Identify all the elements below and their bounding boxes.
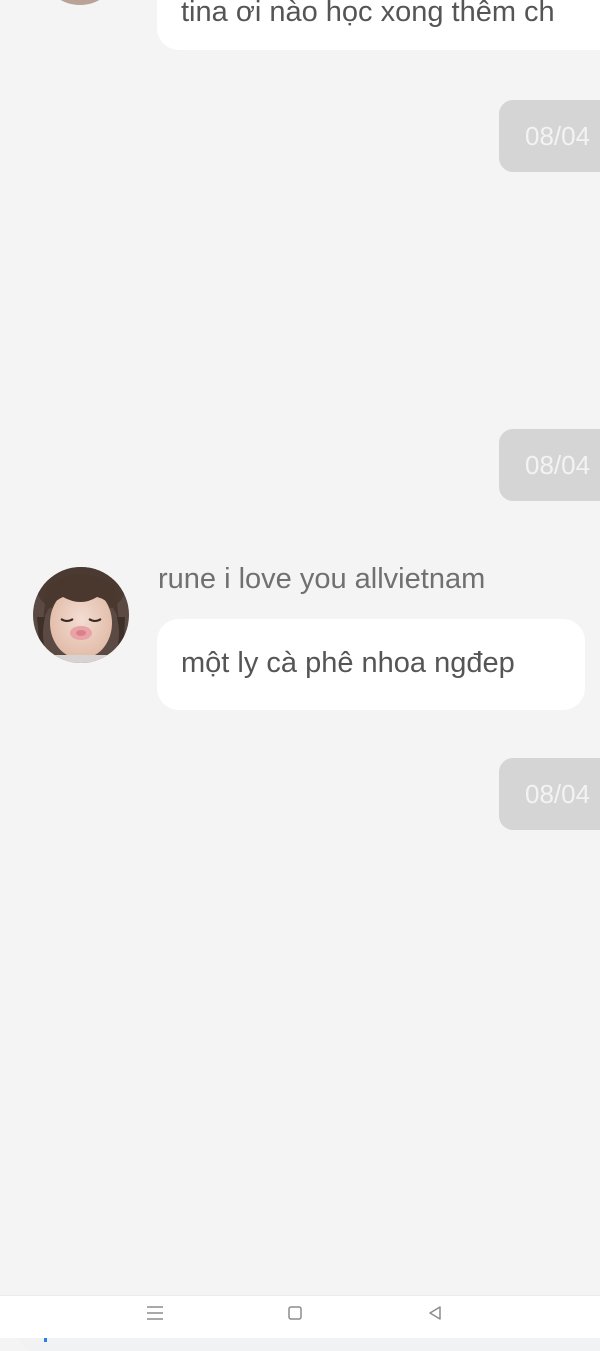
- triangle-back-icon: [429, 1306, 441, 1320]
- date-label: 08/04: [525, 450, 591, 480]
- menu-lines-icon: [147, 1306, 163, 1320]
- message-bubble[interactable]: tina ơi nào học xong thêm ch: [157, 0, 600, 50]
- date-chip: 08/04: [499, 429, 600, 501]
- avatar[interactable]: [40, 0, 120, 5]
- message-text: tina ơi nào học xong thêm ch: [181, 0, 555, 28]
- menu-button[interactable]: [125, 1296, 185, 1330]
- square-home-icon: [288, 1306, 302, 1320]
- date-label: 08/04: [525, 121, 591, 151]
- home-button[interactable]: [265, 1296, 325, 1330]
- sender-name: rune i love you allvietnam: [158, 563, 486, 595]
- chat-area[interactable]: tina ơi nào học xong thêm ch 08/04 08/04: [0, 0, 600, 1295]
- system-navigation-bar: [0, 1295, 600, 1338]
- message-bubble[interactable]: một ly cà phê nhoa ngđep: [157, 619, 585, 710]
- date-chip: 08/04: [499, 758, 600, 830]
- avatar-photo-icon: [33, 567, 129, 663]
- date-label: 08/04: [525, 779, 591, 809]
- back-button[interactable]: [405, 1296, 465, 1330]
- message-text: một ly cà phê nhoa ngđep: [181, 647, 515, 679]
- date-chip: 08/04: [499, 100, 600, 172]
- avatar[interactable]: [33, 567, 129, 663]
